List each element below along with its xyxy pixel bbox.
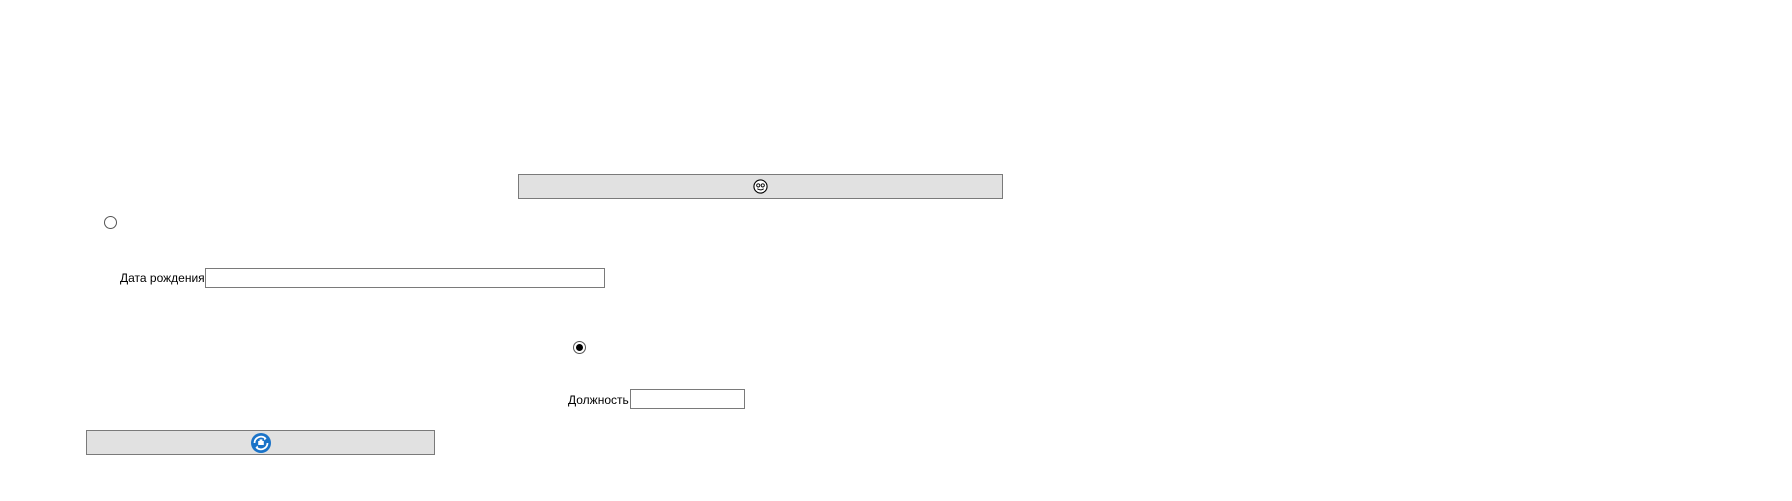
birth-date-field[interactable] — [205, 268, 605, 288]
radio-option-2[interactable] — [573, 341, 586, 354]
sync-globe-icon — [250, 432, 272, 454]
smiley-button[interactable] — [518, 174, 1003, 199]
position-field[interactable] — [630, 389, 745, 409]
position-label: Должность — [568, 393, 629, 407]
radio-option-1[interactable] — [104, 216, 117, 229]
birth-date-label: Дата рождения — [120, 271, 205, 285]
sync-button[interactable] — [86, 430, 435, 455]
smiley-face-icon — [753, 179, 768, 194]
radio-selected-dot — [576, 344, 583, 351]
